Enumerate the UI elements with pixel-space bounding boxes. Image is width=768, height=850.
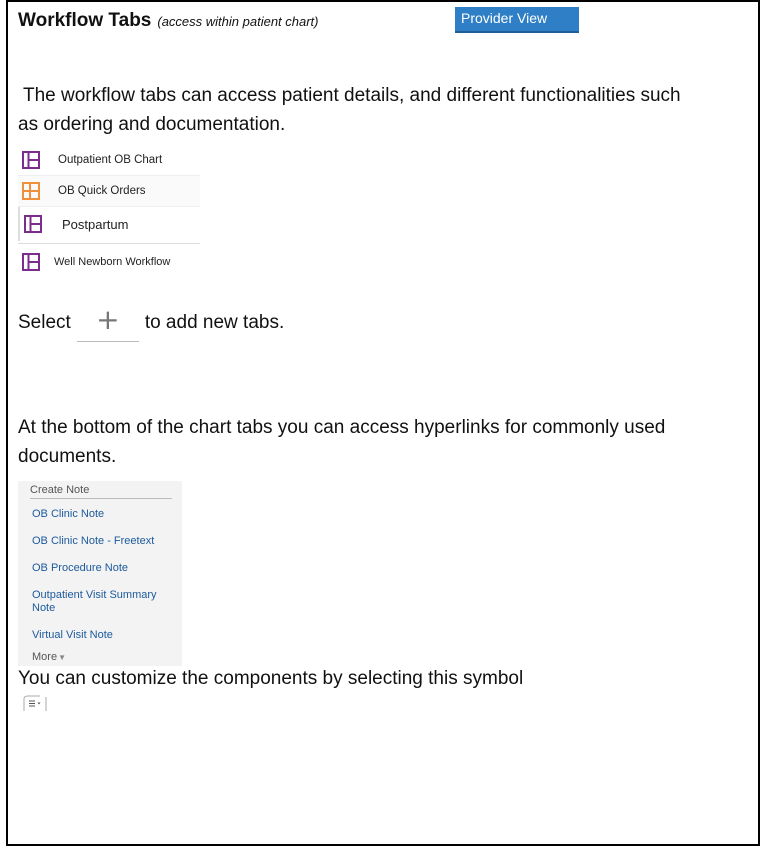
- menu-dropdown-icon[interactable]: [18, 694, 60, 712]
- hyperlinks-paragraph: At the bottom of the chart tabs you can …: [18, 417, 666, 467]
- workflow-tab-postpartum[interactable]: Postpartum: [18, 207, 200, 241]
- add-tabs-suffix: to add new tabs.: [144, 312, 285, 333]
- add-tabs-instruction: Select + to add new tabs.: [18, 303, 284, 343]
- workflow-tab-ob-quick-orders[interactable]: OB Quick Orders: [18, 175, 200, 207]
- plus-icon: +: [96, 302, 120, 336]
- more-dropdown[interactable]: More▼: [32, 651, 182, 663]
- tab-label: Well Newborn Workflow: [54, 256, 171, 268]
- provider-view-button[interactable]: Provider View: [455, 7, 579, 33]
- intro-paragraph: The workflow tabs can access patient det…: [18, 81, 698, 139]
- workflow-tab-outpatient-ob-chart[interactable]: Outpatient OB Chart: [18, 145, 200, 175]
- tab-label: Postpartum: [62, 216, 129, 232]
- add-tab-button[interactable]: +: [76, 302, 139, 342]
- customize-paragraph: You can customize the components by sele…: [18, 668, 524, 689]
- page-title: Workflow Tabs: [18, 10, 152, 31]
- note-link-outpatient-visit-summary-note[interactable]: Outpatient Visit Summary Note: [32, 589, 172, 615]
- layout-icon: [24, 215, 42, 233]
- layout-icon: [22, 182, 40, 200]
- title-row: Workflow Tabs (access within patient cha…: [18, 10, 319, 40]
- create-note-header: Create Note: [30, 481, 172, 499]
- note-link-ob-procedure-note[interactable]: OB Procedure Note: [32, 562, 182, 575]
- workflow-tab-well-newborn-workflow[interactable]: Well Newborn Workflow: [18, 243, 200, 280]
- add-tabs-prefix: Select: [18, 312, 71, 333]
- note-link-virtual-visit-note[interactable]: Virtual Visit Note: [32, 629, 182, 642]
- note-link-ob-clinic-note[interactable]: OB Clinic Note: [32, 508, 182, 521]
- note-link-ob-clinic-note-freetext[interactable]: OB Clinic Note - Freetext: [32, 535, 182, 548]
- more-label: More: [32, 651, 58, 663]
- chevron-down-icon: ▼: [58, 653, 66, 662]
- layout-icon: [22, 151, 40, 169]
- layout-icon: [22, 253, 40, 271]
- workflow-tabs-list: Outpatient OB Chart OB Quick Orders Post…: [18, 145, 200, 280]
- intro-text: The workflow tabs can access patient det…: [18, 85, 681, 135]
- create-note-panel: Create Note OB Clinic Note OB Clinic Not…: [18, 481, 182, 666]
- tab-label: OB Quick Orders: [58, 185, 146, 197]
- tab-label: Outpatient OB Chart: [58, 154, 163, 166]
- page-subtitle: (access within patient chart): [157, 14, 319, 29]
